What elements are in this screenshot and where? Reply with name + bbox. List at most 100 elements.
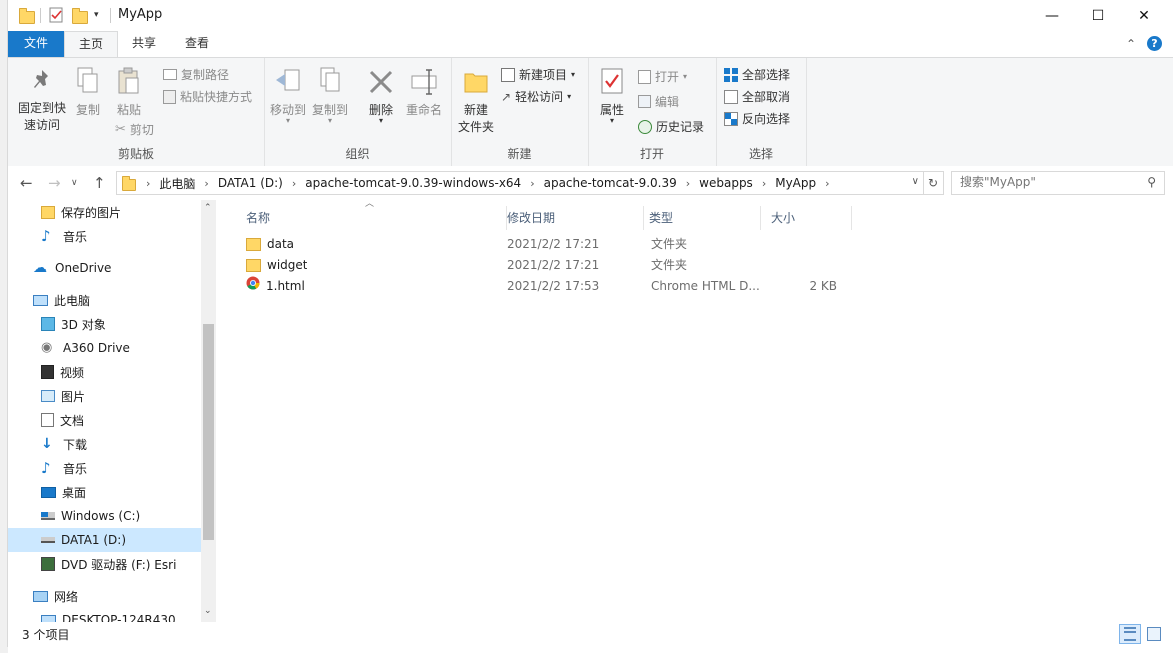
large-icons-view-button[interactable] <box>1143 624 1165 644</box>
details-view-button[interactable] <box>1119 624 1141 644</box>
cut-button[interactable]: ✂ 剪切 <box>115 121 154 138</box>
nav-item-documents[interactable]: 文档 <box>8 408 216 432</box>
nav-item-windows-c[interactable]: Windows (C:) <box>8 504 216 528</box>
collapse-ribbon-icon[interactable]: ⌃ <box>1126 37 1136 51</box>
refresh-button[interactable]: ↻ <box>923 171 944 195</box>
file-name: widget <box>267 258 308 272</box>
nav-item-dvd-f[interactable]: DVD 驱动器 (F:) Esri <box>8 552 216 576</box>
easy-access-button[interactable]: ↗ 轻松访问 ▾ <box>501 88 571 105</box>
tab-view[interactable]: 查看 <box>171 31 223 57</box>
column-header-size[interactable]: 大小 <box>763 206 852 230</box>
new-folder-button[interactable]: 新建 文件夹 <box>455 66 497 135</box>
nav-item-saved-pictures[interactable]: 保存的图片 <box>8 200 216 224</box>
chevron-right-icon: › <box>146 176 151 190</box>
copy-path-button[interactable]: 复制路径 <box>163 66 229 83</box>
select-none-button[interactable]: 全部取消 <box>724 88 790 105</box>
chevron-right-icon: › <box>204 176 209 190</box>
breadcrumb-data1[interactable]: DATA1 (D:) <box>212 176 289 190</box>
dropdown-arrow-icon: ▾ <box>285 116 290 125</box>
scroll-up-icon[interactable]: ⌃ <box>204 203 212 213</box>
group-label-organize: 组织 <box>345 147 370 161</box>
history-button[interactable]: 历史记录 <box>638 118 704 135</box>
new-item-button[interactable]: 新建项目 ▾ <box>501 66 575 83</box>
invert-selection-button[interactable]: 反向选择 <box>724 110 790 127</box>
maximize-button[interactable]: ☐ <box>1075 0 1121 31</box>
ribbon-home: 固定到快 速访问 复制 粘贴 复制路径 粘贴快捷方式 ✂ 剪切 剪贴板 移动到 … <box>8 57 1173 167</box>
paste-shortcut-button[interactable]: 粘贴快捷方式 <box>163 88 252 105</box>
nav-item-network[interactable]: 网络 <box>8 584 216 608</box>
customize-toolbar-icon[interactable]: ▾ <box>94 10 99 20</box>
help-icon[interactable]: ? <box>1147 36 1162 51</box>
nav-item-desktop-pc[interactable]: DESKTOP-124R430 <box>8 608 216 622</box>
file-size <box>771 234 837 255</box>
nav-item-data1-d[interactable]: DATA1 (D:) <box>8 528 216 552</box>
nav-item-pictures[interactable]: 图片 <box>8 384 216 408</box>
search-input[interactable] <box>952 172 1138 192</box>
column-header-type[interactable]: 类型 <box>643 206 761 230</box>
rename-label: 重命名 <box>405 103 442 117</box>
properties-icon <box>601 68 623 94</box>
rename-button[interactable]: 重命名 <box>404 66 444 118</box>
nav-item-3d-objects[interactable]: 3D 对象 <box>8 312 216 336</box>
close-button[interactable]: ✕ <box>1121 0 1167 31</box>
table-row[interactable]: widget 2021/2/2 17:21 文件夹 <box>236 255 856 276</box>
table-row[interactable]: data 2021/2/2 17:21 文件夹 <box>236 234 856 255</box>
invert-selection-label: 反向选择 <box>742 112 791 126</box>
table-row[interactable]: 1.html 2021/2/2 17:53 Chrome HTML D... 2… <box>236 276 856 297</box>
tab-file[interactable]: 文件 <box>8 31 64 57</box>
address-box[interactable]: › 此电脑 › DATA1 (D:) › apache-tomcat-9.0.3… <box>116 171 924 195</box>
up-button[interactable]: ↑ <box>93 174 106 192</box>
properties-icon[interactable] <box>49 7 64 23</box>
nav-item-music[interactable]: ♪ 音乐 <box>8 456 216 480</box>
breadcrumb-webapps[interactable]: webapps <box>693 176 759 190</box>
forward-button[interactable]: → <box>48 174 61 192</box>
nav-scrollbar-thumb[interactable] <box>203 324 214 540</box>
nav-item-a360[interactable]: ◉ A360 Drive <box>8 336 216 360</box>
copy-path-label: 复制路径 <box>181 68 230 82</box>
back-button[interactable]: ← <box>20 174 33 192</box>
file-name-cell: data <box>246 234 294 255</box>
nav-item-desktop[interactable]: 桌面 <box>8 480 216 504</box>
breadcrumb-tomcat-windows[interactable]: apache-tomcat-9.0.39-windows-x64 <box>299 176 527 190</box>
column-header-name[interactable]: 名称 <box>238 206 507 230</box>
select-all-button[interactable]: 全部选择 <box>724 66 790 83</box>
address-dropdown-icon[interactable]: ∨ <box>912 176 919 187</box>
tab-share[interactable]: 共享 <box>118 31 170 57</box>
column-header-date[interactable]: 修改日期 <box>499 206 644 230</box>
address-bar-row: ← → ∨ ↑ › 此电脑 › DATA1 (D:) › apache-tomc… <box>8 166 1173 200</box>
paste-label: 粘贴 <box>116 103 141 117</box>
breadcrumb-myapp[interactable]: MyApp <box>769 176 822 190</box>
scroll-down-icon[interactable]: ⌄ <box>204 606 212 616</box>
pin-quick-access-button[interactable]: 固定到快 速访问 <box>13 66 71 133</box>
nav-item-onedrive[interactable]: ☁ OneDrive <box>8 256 216 280</box>
properties-button[interactable]: 属性 ▾ <box>594 66 630 125</box>
nav-item-music-quick[interactable]: ♪ 音乐 <box>8 224 216 248</box>
edit-button[interactable]: 编辑 <box>638 93 679 110</box>
delete-button[interactable]: 删除 ▾ <box>364 66 398 125</box>
paste-button[interactable]: 粘贴 <box>112 66 146 118</box>
search-icon[interactable]: ⚲ <box>1147 175 1156 189</box>
nav-item-downloads[interactable]: ↓ 下载 <box>8 432 216 456</box>
copy-label: 复制 <box>75 103 100 117</box>
minimize-button[interactable]: — <box>1029 0 1075 31</box>
divider <box>110 8 111 23</box>
breadcrumb: › 此电脑 › DATA1 (D:) › apache-tomcat-9.0.3… <box>143 172 833 194</box>
recent-locations-button[interactable]: ∨ <box>71 178 78 188</box>
open-button[interactable]: 打开 ▾ <box>638 68 687 85</box>
chevron-right-icon: › <box>530 176 535 190</box>
new-folder-icon[interactable] <box>72 7 88 24</box>
folder-icon <box>246 238 261 251</box>
move-to-button[interactable]: 移动到 ▾ <box>268 66 308 125</box>
nav-scrollbar[interactable]: ⌃ ⌄ <box>201 200 216 622</box>
nav-item-this-pc[interactable]: 此电脑 <box>8 288 216 312</box>
breadcrumb-tomcat[interactable]: apache-tomcat-9.0.39 <box>538 176 683 190</box>
copy-button[interactable]: 复制 <box>71 66 105 118</box>
nav-item-label: DVD 驱动器 (F:) Esri <box>61 557 177 572</box>
dvd-icon <box>41 557 55 571</box>
tab-home[interactable]: 主页 <box>64 31 119 58</box>
nav-item-videos[interactable]: 视频 <box>8 360 216 384</box>
select-all-label: 全部选择 <box>742 68 791 82</box>
copy-to-button[interactable]: 复制到 ▾ <box>310 66 350 125</box>
history-icon <box>638 119 652 134</box>
breadcrumb-this-pc[interactable]: 此电脑 <box>153 175 201 192</box>
